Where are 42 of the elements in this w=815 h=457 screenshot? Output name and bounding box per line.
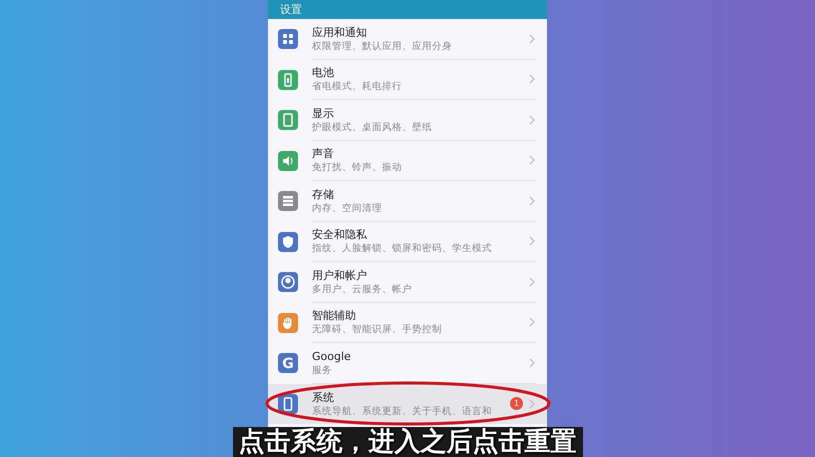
item-title: 声音 bbox=[312, 147, 335, 160]
item-title: 系统 bbox=[312, 390, 335, 404]
item-subtitle: 无障碍、智能识屏、手势控制 bbox=[312, 324, 443, 336]
item-title: 存储 bbox=[312, 188, 335, 201]
settings-item[interactable]: 存储 内存、空间清理 bbox=[268, 181, 547, 222]
item-title: 电池 bbox=[312, 66, 335, 80]
settings-item[interactable]: 电池 省电模式、耗电排行 bbox=[268, 60, 547, 100]
settings-item[interactable]: 用户和帐户 多用户、云服务、帐户 bbox=[268, 262, 547, 302]
header-title: 设置 bbox=[280, 4, 302, 16]
settings-item[interactable]: 安全和隐私 指纹、人脸解锁、锁屏和密码、学生模式 bbox=[268, 222, 547, 262]
item-subtitle: 免打扰、铃声、振动 bbox=[312, 162, 403, 174]
letter-icon: G bbox=[278, 353, 298, 374]
item-title: 智能辅助 bbox=[312, 309, 357, 322]
chevron-right-icon bbox=[529, 398, 535, 409]
item-title: 显示 bbox=[312, 106, 335, 120]
chevron-right-icon bbox=[529, 196, 535, 206]
item-subtitle: 多用户、云服务、帐户 bbox=[312, 284, 413, 295]
item-subtitle: 权限管理、默认应用、应用分身 bbox=[312, 40, 453, 52]
settings-item[interactable]: 声音 免打扰、铃声、振动 bbox=[268, 140, 547, 181]
item-subtitle: 指纹、人脸解锁、锁屏和密码、学生模式 bbox=[312, 243, 493, 254]
item-subtitle: 护眼模式、桌面风格、壁纸 bbox=[312, 122, 433, 133]
video-caption: 点击系统，进入之后点击重置 bbox=[232, 427, 582, 457]
settings-item[interactable]: 智能辅助 无障碍、智能识屏、手势控制 bbox=[268, 302, 547, 343]
chevron-right-icon bbox=[529, 358, 535, 368]
item-subtitle: 省电模式、耗电排行 bbox=[312, 81, 403, 92]
settings-item[interactable]: 应用和通知 权限管理、默认应用、应用分身 bbox=[268, 19, 547, 60]
chevron-right-icon bbox=[529, 276, 535, 287]
item-title: 安全和隐私 bbox=[312, 228, 368, 242]
settings-item[interactable]: 显示 护眼模式、桌面风格、壁纸 bbox=[268, 100, 547, 140]
item-title: 应用和通知 bbox=[312, 26, 368, 39]
chevron-right-icon bbox=[529, 34, 535, 44]
chevron-right-icon bbox=[529, 155, 535, 166]
notification-badge: 1 bbox=[510, 397, 523, 410]
item-title: Google bbox=[312, 350, 352, 363]
item-subtitle: 内存、空间清理 bbox=[312, 202, 383, 214]
chevron-right-icon bbox=[529, 317, 535, 328]
item-title: 用户和帐户 bbox=[312, 268, 368, 282]
chevron-right-icon bbox=[529, 236, 535, 246]
item-subtitle: 服务 bbox=[312, 364, 333, 376]
item-subtitle: 系统导航、系统更新、关于手机、语言和 bbox=[312, 406, 493, 417]
chevron-right-icon bbox=[529, 74, 535, 84]
chevron-right-icon bbox=[529, 114, 535, 125]
